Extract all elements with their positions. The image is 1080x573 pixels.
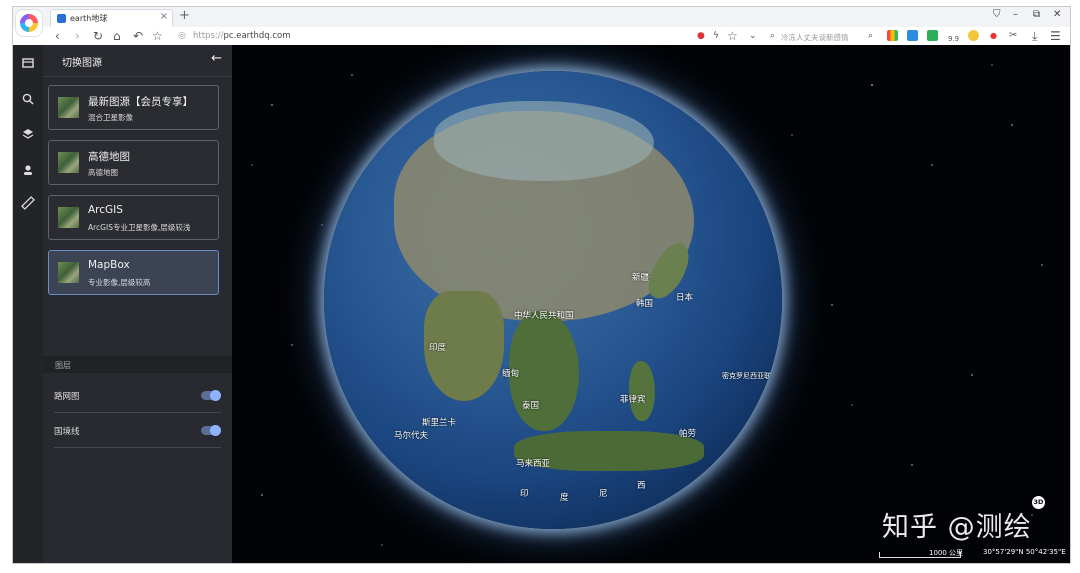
apps-extension-icon[interactable] [887,30,898,41]
map-label-xinjiang: 新疆 [632,273,650,283]
map-label-sri-lanka: 斯里兰卡 [422,418,457,428]
map-label-japan: 日本 [676,293,694,303]
source-name: ArcGIS [88,204,123,216]
back-icon[interactable]: ‹ [55,29,60,43]
search-go-icon[interactable]: ⌕ [868,29,873,43]
restore-icon[interactable]: ⧉ [1033,9,1040,20]
satellite-thumbnail [58,207,79,228]
map-label-myanmar: 缅甸 [502,369,520,379]
blue-extension-icon[interactable] [907,30,918,41]
shirt-skin-icon[interactable]: ⛉ [993,9,1001,20]
source-panel: 切换图源 ← 最新图源【会员专享】 混合卫星影像 高德地图 高德地图 ArcGI… [43,45,232,563]
source-desc: 专业影像,层级较高 [88,278,151,287]
divider [43,76,232,77]
minimize-icon[interactable]: – [1013,9,1018,20]
tab-earth[interactable]: earth地球 × [50,9,173,27]
map-label-malaysia: 马来西亚 [516,459,551,469]
scale-label: 1000 公里 [929,549,964,557]
layer-label-borders: 国境线 [54,427,80,437]
map-label-indonesia-2: 度 [560,493,569,503]
icon-bar [13,45,43,563]
globe-map-view[interactable]: 中华人民共和国 韩国 日本 新疆 印度 缅甸 泰国 菲律宾 马来西亚 印 度 尼… [232,45,1070,563]
layers-heading: 图层 [55,361,71,370]
browser-window: earth地球 × + ⛉ – ⧉ ✕ ‹ › ↻ ⌂ ↶ ☆ ◎ https:… [12,6,1071,564]
source-desc: 高德地图 [88,168,118,177]
tab-strip: earth地球 × + ⛉ – ⧉ ✕ [13,7,1070,27]
map-label-india: 印度 [429,343,447,353]
divider [54,412,221,413]
map-label-korea: 韩国 [636,299,654,309]
chevron-down-icon[interactable]: ⌄ [749,29,757,43]
ruler-icon[interactable] [21,196,35,210]
source-name: MapBox [88,259,130,271]
map-label-philippines: 菲律宾 [620,395,646,405]
source-desc: 混合卫星影像 [88,113,133,122]
reload-icon[interactable]: ↻ [93,29,103,43]
zhihu-watermark: 知乎 @测绘 [882,512,1032,543]
satellite-thumbnail [58,152,79,173]
source-name: 高德地图 [88,151,130,163]
source-card-mapbox[interactable]: MapBox 专业影像,层级较高 [48,250,219,295]
panel-title: 切换图源 [62,58,102,69]
record-icon[interactable]: ● [990,29,997,43]
forward-icon[interactable]: › [75,29,80,43]
layers-list-icon[interactable] [21,56,35,70]
star-icon[interactable]: ☆ [152,29,163,43]
lightning-icon[interactable]: ϟ [713,29,719,43]
url-field[interactable]: https://pc.earthdq.com [193,31,291,41]
map-label-micronesia: 密克罗尼西亚联邦 [722,372,778,380]
chat-extension-icon[interactable] [927,30,938,41]
url-host: pc.earthdq.com [223,31,291,41]
stack-layers-icon[interactable] [21,127,35,141]
tab-title: earth地球 [70,14,108,23]
coordinate-readout: 30°57'29"N 50°42'35"E [983,548,1066,556]
source-desc: ArcGIS专业卫星影像,层级较浅 [88,223,191,232]
map-label-palau: 帕劳 [679,429,697,439]
home-icon[interactable]: ⌂ [113,29,121,43]
face-extension-icon[interactable] [968,30,979,41]
earth-app: 切换图源 ← 最新图源【会员专享】 混合卫星影像 高德地图 高德地图 ArcGI… [13,45,1070,563]
map-label-china: 中华人民共和国 [514,311,574,321]
user-icon[interactable] [21,163,35,177]
shield-icon[interactable]: ◎ [178,29,186,43]
back-arrow-icon[interactable]: ← [211,51,222,66]
bookmark-star-icon[interactable]: ☆ [727,29,738,43]
close-window-icon[interactable]: ✕ [1053,9,1061,20]
source-card-amap[interactable]: 高德地图 高德地图 [48,140,219,185]
satellite-thumbnail [58,97,79,118]
search-icon[interactable] [21,92,35,106]
layer-label-roads: 路网图 [54,392,80,402]
source-card-arcgis[interactable]: ArcGIS ArcGIS专业卫星影像,层级较浅 [48,195,219,240]
price-badge[interactable]: 9.9 [948,32,959,46]
source-name: 最新图源【会员专享】 [88,96,193,108]
source-card-latest[interactable]: 最新图源【会员专享】 混合卫星影像 [48,85,219,130]
undo-icon[interactable]: ↶ [133,29,143,43]
map-label-indonesia-3: 尼 [599,489,608,499]
layers-section-header [43,356,232,373]
map-label-indonesia-1: 印 [520,489,529,499]
roads-toggle[interactable] [201,390,221,401]
map-label-indonesia-4: 西 [637,481,646,491]
3d-toggle-button[interactable]: 3D [1032,496,1045,509]
siberia-snow [434,101,654,181]
philippines-landmass [629,361,655,421]
search-icon: ⌕ [770,31,776,41]
search-input[interactable]: 冷冻人丈夫谈新感情 [781,32,901,46]
borders-toggle[interactable] [201,425,221,436]
satellite-thumbnail [58,262,79,283]
tab-close-icon[interactable]: × [160,11,168,22]
map-label-maldives: 马尔代夫 [394,431,429,441]
browser-logo-icon[interactable] [16,10,42,36]
scissors-icon[interactable]: ✂ [1009,29,1017,43]
map-label-thailand: 泰国 [522,401,540,411]
indochina-landmass [509,311,579,431]
menu-icon[interactable]: ☰ [1050,29,1061,43]
divider [54,447,221,448]
earth-globe[interactable]: 中华人民共和国 韩国 日本 新疆 印度 缅甸 泰国 菲律宾 马来西亚 印 度 尼… [324,71,782,529]
earth-favicon-icon [57,14,66,23]
dot-extension-icon[interactable]: ● [697,29,705,43]
new-tab-button[interactable]: + [179,8,190,23]
url-scheme: https:// [193,31,224,41]
download-icon[interactable]: ⤓ [1032,29,1037,43]
